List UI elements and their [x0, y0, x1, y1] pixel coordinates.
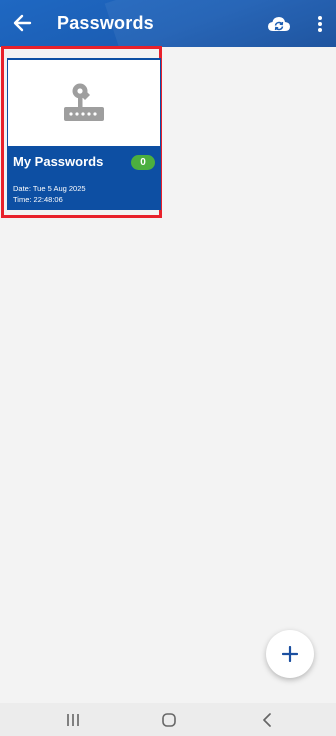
arrow-left-icon [13, 14, 32, 32]
recents-button[interactable] [64, 711, 82, 729]
card-image [8, 60, 160, 146]
back-icon [263, 713, 271, 727]
overflow-menu-button[interactable] [310, 11, 330, 37]
count-badge: 0 [131, 155, 155, 170]
home-button[interactable] [160, 711, 178, 729]
add-icon [282, 646, 298, 662]
app-bar: Passwords [0, 0, 336, 47]
password-key-icon [64, 83, 104, 121]
cloud-sync-icon [268, 17, 290, 31]
more-vertical-icon [318, 16, 322, 32]
home-icon [162, 713, 176, 727]
system-nav-bar [0, 703, 336, 736]
system-back-button[interactable] [258, 711, 276, 729]
page-title: Passwords [57, 13, 154, 33]
recents-icon [67, 714, 79, 726]
card-time: Time: 22:48:06 [13, 195, 63, 204]
back-button[interactable] [8, 9, 36, 37]
password-group-card[interactable]: My Passwords 0 Date: Tue 5 Aug 2025 Time… [7, 58, 161, 210]
card-title: My Passwords [13, 154, 104, 169]
card-date: Date: Tue 5 Aug 2025 [13, 184, 86, 193]
cloud-sync-button[interactable] [266, 11, 292, 37]
add-button[interactable] [266, 630, 314, 678]
